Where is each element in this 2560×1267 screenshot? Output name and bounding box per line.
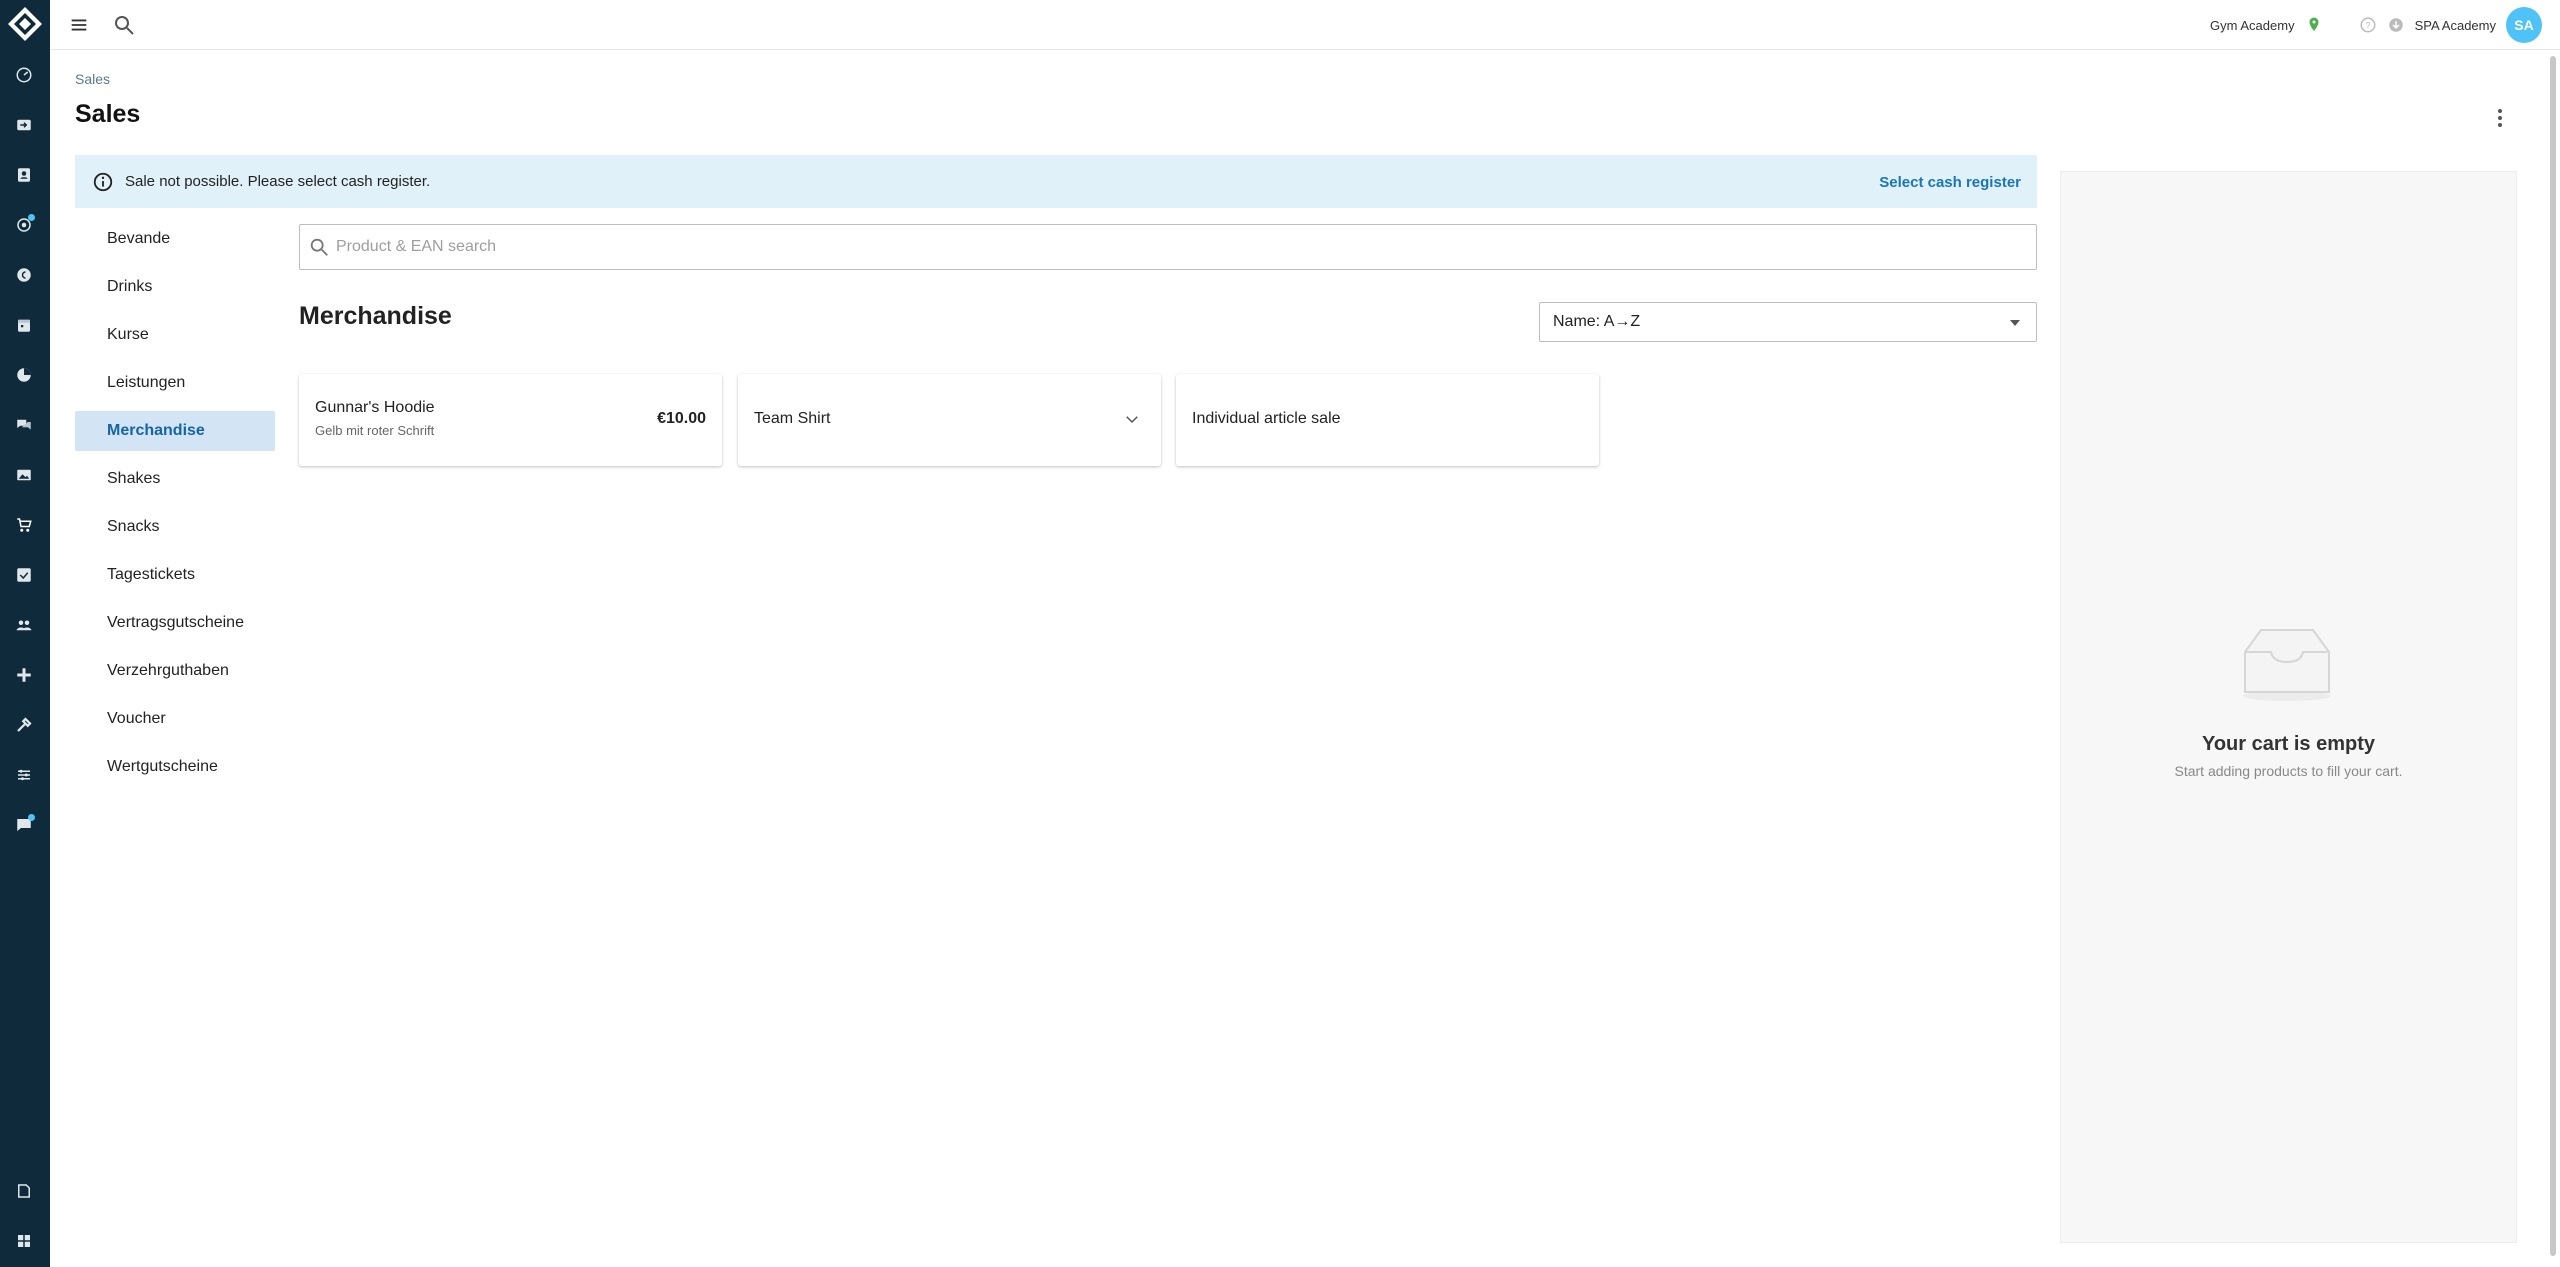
download-icon[interactable] bbox=[2387, 16, 2405, 34]
product-card[interactable]: Gunnar's Hoodie Gelb mit roter Schrift €… bbox=[299, 374, 722, 466]
apps-icon[interactable] bbox=[13, 1230, 35, 1252]
checkin-icon[interactable] bbox=[13, 114, 35, 136]
settings-icon[interactable] bbox=[13, 764, 35, 786]
product-search[interactable] bbox=[299, 224, 2037, 270]
leads-icon[interactable] bbox=[13, 214, 35, 236]
menu-icon[interactable] bbox=[68, 14, 90, 36]
members-icon[interactable] bbox=[13, 614, 35, 636]
cart-panel: Your cart is empty Start adding products… bbox=[2060, 171, 2517, 1243]
finance-icon[interactable] bbox=[13, 264, 35, 286]
avatar[interactable]: SA bbox=[2506, 7, 2542, 43]
notification-dot bbox=[28, 814, 35, 821]
location-pin-icon[interactable] bbox=[2305, 16, 2323, 34]
category-item-tagestickets[interactable]: Tagestickets bbox=[75, 555, 275, 595]
product-name: Team Shirt bbox=[754, 410, 831, 427]
info-icon bbox=[93, 172, 113, 192]
search-icon bbox=[310, 238, 328, 256]
product-card[interactable]: Team Shirt bbox=[738, 374, 1161, 466]
select-cash-register-button[interactable]: Select cash register bbox=[1879, 174, 2021, 191]
app-logo-icon[interactable] bbox=[7, 6, 43, 42]
integrations-icon[interactable] bbox=[13, 664, 35, 686]
notification-dot bbox=[28, 214, 35, 221]
alert-message: Sale not possible. Please select cash re… bbox=[125, 173, 431, 190]
category-item-snacks[interactable]: Snacks bbox=[75, 507, 275, 547]
category-item-merchandise[interactable]: Merchandise bbox=[75, 411, 275, 451]
category-item-wertgutscheine[interactable]: Wertgutscheine bbox=[75, 747, 275, 787]
dashboard-icon[interactable] bbox=[13, 64, 35, 86]
calendar-icon[interactable] bbox=[13, 314, 35, 336]
breadcrumb[interactable]: Sales bbox=[75, 71, 110, 87]
cart-empty-subtitle: Start adding products to fill your cart. bbox=[2174, 763, 2403, 779]
app-sidebar bbox=[0, 0, 50, 1267]
category-item-voucher[interactable]: Voucher bbox=[75, 699, 275, 739]
category-item-leistungen[interactable]: Leistungen bbox=[75, 363, 275, 403]
tasks-icon[interactable] bbox=[13, 564, 35, 586]
scrollbar-thumb[interactable] bbox=[2550, 56, 2556, 1256]
help-icon[interactable]: ? bbox=[2359, 16, 2377, 34]
cart-icon[interactable] bbox=[13, 514, 35, 536]
category-item-shakes[interactable]: Shakes bbox=[75, 459, 275, 499]
sort-select-value: Name: A→Z bbox=[1553, 313, 1641, 330]
cart-empty-title: Your cart is empty bbox=[2201, 733, 2376, 755]
more-options-icon[interactable] bbox=[2492, 106, 2508, 130]
scrollbar[interactable] bbox=[2548, 50, 2558, 1267]
category-item-drinks[interactable]: Drinks bbox=[75, 267, 275, 307]
category-item-vertragsgutscheine[interactable]: Vertragsgutscheine bbox=[75, 603, 275, 643]
chevron-down-icon[interactable] bbox=[1123, 410, 1141, 428]
cash-register-alert: Sale not possible. Please select cash re… bbox=[75, 155, 2037, 208]
category-item-bevande[interactable]: Bevande bbox=[75, 219, 275, 259]
product-search-input[interactable] bbox=[336, 233, 2016, 261]
product-subtitle: Gelb mit roter Schrift bbox=[315, 423, 435, 438]
page-title: Sales bbox=[75, 100, 141, 128]
empty-box-icon bbox=[2243, 629, 2331, 701]
location-selector[interactable]: Gym Academy bbox=[2210, 18, 2295, 33]
svg-text:?: ? bbox=[2365, 21, 2370, 30]
section-title: Merchandise bbox=[299, 302, 452, 330]
gallery-icon[interactable] bbox=[13, 464, 35, 486]
product-card[interactable]: Individual article sale bbox=[1176, 374, 1599, 466]
product-price: €10.00 bbox=[657, 410, 706, 427]
analytics-icon[interactable] bbox=[13, 364, 35, 386]
category-item-kurse[interactable]: Kurse bbox=[75, 315, 275, 355]
docs-icon[interactable] bbox=[13, 1180, 35, 1202]
product-name: Gunnar's Hoodie bbox=[315, 399, 435, 416]
sort-select[interactable]: Name: A→Z bbox=[1539, 302, 2037, 342]
search-icon[interactable] bbox=[112, 13, 136, 37]
category-item-verzehrguthaben[interactable]: Verzehrguthaben bbox=[75, 651, 275, 691]
tools-icon[interactable] bbox=[13, 714, 35, 736]
dropdown-arrow-icon bbox=[2010, 320, 2020, 326]
chat-icon[interactable] bbox=[13, 414, 35, 436]
product-name: Individual article sale bbox=[1192, 410, 1341, 427]
contacts-icon[interactable] bbox=[13, 164, 35, 186]
feedback-icon[interactable] bbox=[13, 814, 35, 836]
category-list: Bevande Drinks Kurse Leistungen Merchandise S… bbox=[75, 219, 275, 795]
studio-name[interactable]: SPA Academy bbox=[2415, 18, 2496, 33]
top-bar: Gym Academy ? SPA Academy SA bbox=[50, 0, 2560, 50]
